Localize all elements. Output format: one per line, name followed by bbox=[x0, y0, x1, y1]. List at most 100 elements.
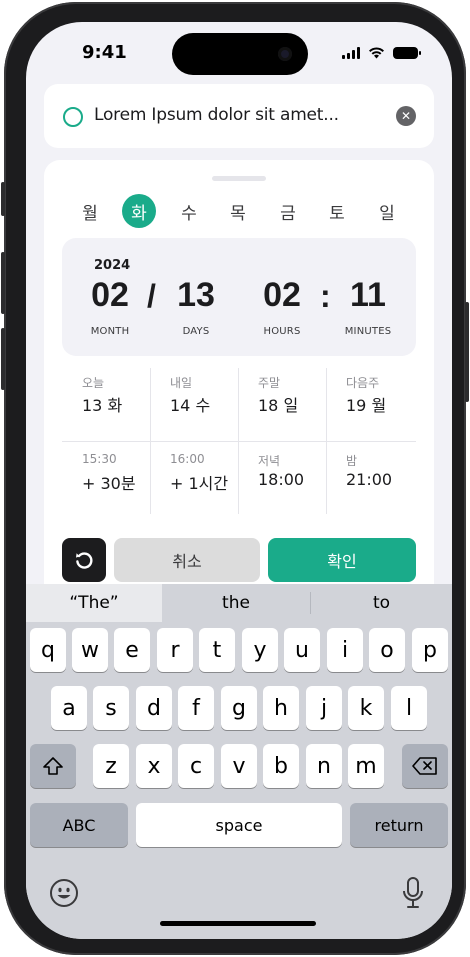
weekday-fri[interactable]: 금 bbox=[271, 194, 305, 228]
quick-option-plus-30min[interactable]: 15:30 + 30분 bbox=[62, 446, 150, 516]
key-w[interactable]: w bbox=[72, 628, 108, 672]
grid-divider bbox=[62, 441, 416, 442]
task-title-input[interactable]: Lorem Ipsum dolor sit amet... bbox=[94, 105, 339, 125]
date-picker-sheet: 월 화 수 목 금 토 일 2024 02 / 13 02 : 11 MONTH… bbox=[44, 160, 434, 600]
key-e[interactable]: e bbox=[114, 628, 150, 672]
key-d[interactable]: d bbox=[136, 686, 172, 730]
weekday-tue[interactable]: 화 bbox=[122, 194, 156, 228]
day-unit: DAYS bbox=[182, 326, 210, 337]
key-l[interactable]: l bbox=[391, 686, 427, 730]
mute-switch bbox=[1, 182, 5, 216]
date-separator: / bbox=[147, 278, 156, 314]
minute-value[interactable]: 11 bbox=[328, 276, 408, 315]
quick-option-value: 18 일 bbox=[258, 396, 299, 415]
wifi-icon bbox=[369, 47, 384, 59]
weekday-sun[interactable]: 일 bbox=[370, 194, 404, 228]
key-a[interactable]: a bbox=[51, 686, 87, 730]
sheet-grabber[interactable] bbox=[212, 176, 266, 181]
quick-option-value: 18:00 bbox=[258, 470, 305, 489]
cellular-signal-icon bbox=[342, 46, 360, 59]
hour-unit: HOURS bbox=[263, 326, 301, 337]
key-p[interactable]: p bbox=[412, 628, 448, 672]
status-icons bbox=[342, 46, 421, 59]
key-v[interactable]: v bbox=[221, 744, 257, 788]
month-value[interactable]: 02 bbox=[70, 276, 150, 315]
quick-option-tomorrow[interactable]: 내일 14 수 bbox=[150, 368, 238, 438]
space-key[interactable]: space bbox=[136, 803, 342, 847]
backspace-icon bbox=[412, 757, 437, 775]
volume-down-button bbox=[1, 328, 5, 390]
reset-button[interactable] bbox=[62, 538, 106, 582]
minute-unit: MINUTES bbox=[344, 326, 392, 337]
key-y[interactable]: y bbox=[242, 628, 278, 672]
key-q[interactable]: q bbox=[30, 628, 66, 672]
weekday-mon[interactable]: 월 bbox=[73, 194, 107, 228]
weekday-wed[interactable]: 수 bbox=[172, 194, 206, 228]
key-g[interactable]: g bbox=[221, 686, 257, 730]
quick-option-label: 주말 bbox=[258, 376, 281, 390]
key-s[interactable]: s bbox=[93, 686, 129, 730]
quick-option-next-week[interactable]: 다음주 19 월 bbox=[326, 368, 414, 438]
suggestion-item[interactable]: “The” bbox=[26, 584, 162, 622]
key-i[interactable]: i bbox=[327, 628, 363, 672]
power-button bbox=[465, 302, 469, 402]
shift-key[interactable] bbox=[30, 744, 76, 788]
weekday-sat[interactable]: 토 bbox=[320, 194, 354, 228]
emoji-icon bbox=[50, 879, 78, 907]
status-time: 9:41 bbox=[82, 42, 127, 63]
dictation-button[interactable] bbox=[399, 875, 427, 911]
day-value[interactable]: 13 bbox=[156, 276, 236, 315]
key-j[interactable]: j bbox=[306, 686, 342, 730]
quick-options-grid: 오늘 13 화 내일 14 수 주말 18 일 다음주 19 월 15:30 +… bbox=[62, 368, 416, 514]
key-t[interactable]: t bbox=[199, 628, 235, 672]
quick-option-plus-1hour[interactable]: 16:00 + 1시간 bbox=[150, 446, 238, 516]
task-complete-radio[interactable] bbox=[63, 107, 83, 127]
task-input-row[interactable]: Lorem Ipsum dolor sit amet... ✕ bbox=[44, 84, 434, 148]
quick-option-label: 오늘 bbox=[82, 376, 105, 390]
key-x[interactable]: x bbox=[136, 744, 172, 788]
key-b[interactable]: b bbox=[263, 744, 299, 788]
emoji-button[interactable] bbox=[48, 877, 80, 909]
delete-key[interactable] bbox=[402, 744, 448, 788]
home-indicator[interactable] bbox=[160, 921, 316, 926]
key-k[interactable]: k bbox=[348, 686, 384, 730]
return-key[interactable]: return bbox=[350, 803, 448, 847]
quick-option-label: 16:00 bbox=[170, 452, 205, 466]
abc-key[interactable]: ABC bbox=[30, 803, 128, 847]
quick-option-label: 15:30 bbox=[82, 452, 117, 466]
quick-option-evening[interactable]: 저녁 18:00 bbox=[238, 446, 326, 516]
suggestion-item[interactable]: to bbox=[311, 584, 452, 622]
month-unit: MONTH bbox=[90, 326, 130, 337]
clear-input-button[interactable]: ✕ bbox=[396, 106, 416, 126]
key-u[interactable]: u bbox=[284, 628, 320, 672]
key-r[interactable]: r bbox=[157, 628, 193, 672]
key-h[interactable]: h bbox=[263, 686, 299, 730]
confirm-button[interactable]: 확인 bbox=[268, 538, 416, 582]
phone-frame: 9:41 Lorem Ipsum dolor sit amet... ✕ 월 화… bbox=[1, 2, 469, 955]
key-o[interactable]: o bbox=[369, 628, 405, 672]
cancel-button[interactable]: 취소 bbox=[114, 538, 260, 582]
key-m[interactable]: m bbox=[348, 744, 384, 788]
quick-option-night[interactable]: 밤 21:00 bbox=[326, 446, 414, 516]
quick-option-value: 19 월 bbox=[346, 396, 387, 415]
quick-option-label: 다음주 bbox=[346, 376, 380, 390]
weekday-thu[interactable]: 목 bbox=[221, 194, 255, 228]
weekday-selector: 월 화 수 목 금 토 일 bbox=[70, 194, 418, 228]
key-f[interactable]: f bbox=[178, 686, 214, 730]
quick-option-value: 21:00 bbox=[346, 470, 393, 489]
quick-option-weekend[interactable]: 주말 18 일 bbox=[238, 368, 326, 438]
key-c[interactable]: c bbox=[178, 744, 214, 788]
quick-option-today[interactable]: 오늘 13 화 bbox=[62, 368, 150, 438]
quick-option-label: 저녁 bbox=[258, 454, 281, 468]
quick-option-label: 밤 bbox=[346, 454, 358, 468]
hour-value[interactable]: 02 bbox=[242, 276, 322, 315]
keyboard: “The” the to q w e r t y u i o p a s d f… bbox=[26, 584, 452, 939]
key-z[interactable]: z bbox=[93, 744, 129, 788]
quick-option-value: 14 수 bbox=[170, 396, 211, 415]
quick-option-value: + 30분 bbox=[82, 474, 136, 493]
dynamic-island bbox=[172, 33, 308, 75]
screen: 9:41 Lorem Ipsum dolor sit amet... ✕ 월 화… bbox=[26, 22, 452, 939]
close-icon: ✕ bbox=[400, 109, 412, 123]
key-n[interactable]: n bbox=[306, 744, 342, 788]
suggestion-item[interactable]: the bbox=[162, 584, 310, 622]
